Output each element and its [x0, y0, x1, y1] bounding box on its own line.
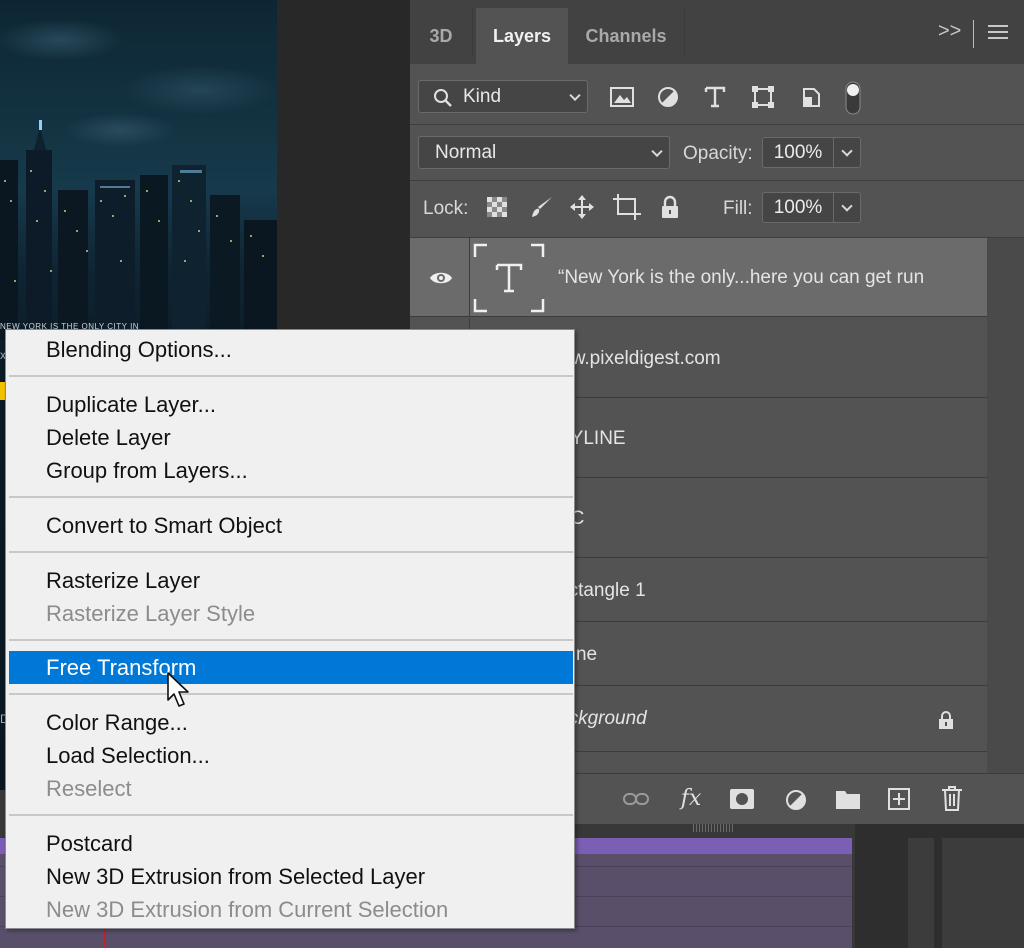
- fx-icon[interactable]: fx: [676, 782, 706, 814]
- menu-separator: [9, 693, 573, 695]
- panel-resize-grip[interactable]: [693, 824, 733, 832]
- menu-separator: [9, 639, 573, 641]
- timeline-scroll-column: [908, 838, 934, 948]
- lock-position-icon[interactable]: [569, 194, 595, 220]
- mouse-pointer-icon: [167, 672, 189, 707]
- menu-separator: [9, 551, 573, 553]
- panel-tab-bar: 3D Layers Channels >>: [410, 0, 1024, 64]
- menu-item-delete-layer[interactable]: Delete Layer: [9, 421, 573, 454]
- tab-layers[interactable]: Layers: [476, 8, 568, 64]
- filter-kind-dropdown[interactable]: Kind: [418, 80, 588, 113]
- fill-slider-toggle[interactable]: [834, 192, 861, 223]
- opacity-label: Opacity:: [683, 143, 753, 164]
- layer-context-menu: Blending Options... Duplicate Layer... D…: [5, 329, 575, 929]
- opacity-input[interactable]: 100%: [762, 137, 834, 168]
- lock-all-icon[interactable]: [658, 194, 682, 220]
- image-filter-icon[interactable]: [609, 84, 635, 110]
- menu-item-rasterize-layer-style: Rasterize Layer Style: [46, 601, 256, 626]
- timeline-scroll-column: [942, 838, 1024, 948]
- add-mask-icon[interactable]: [728, 786, 756, 812]
- menu-separator: [9, 375, 573, 377]
- menu-item-free-transform[interactable]: Free Transform: [9, 651, 573, 684]
- row-divider: [410, 124, 1024, 125]
- menu-item-rasterize-layer[interactable]: Rasterize Layer: [9, 564, 573, 597]
- new-group-icon[interactable]: [834, 786, 862, 812]
- text-layer-thumbnail-icon: [473, 243, 545, 313]
- layer-name[interactable]: ww.pixeldigest.com: [558, 348, 721, 370]
- tab-separator: [684, 8, 685, 56]
- search-icon: [434, 89, 452, 107]
- menu-item-color-range[interactable]: Color Range...: [9, 706, 573, 739]
- menu-item-convert-smart-object[interactable]: Convert to Smart Object: [9, 509, 573, 542]
- lock-transparent-pixels-icon[interactable]: [485, 195, 509, 219]
- type-filter-icon[interactable]: [702, 84, 728, 110]
- lock-image-pixels-icon[interactable]: [529, 194, 555, 220]
- delete-layer-icon[interactable]: [939, 784, 965, 812]
- menu-item-new-3d-extrusion-selected-layer[interactable]: New 3D Extrusion from Selected Layer: [9, 860, 573, 893]
- lock-label: Lock:: [423, 198, 469, 219]
- blend-mode-dropdown[interactable]: Normal: [418, 136, 670, 169]
- tab-bar-divider: [973, 20, 974, 48]
- menu-separator: [9, 814, 573, 816]
- layer-lock-icon: [939, 711, 953, 729]
- eye-icon[interactable]: [429, 270, 453, 286]
- filter-kind-label: Kind: [463, 85, 502, 107]
- layer-name[interactable]: “New York is the only...here you can get…: [558, 267, 924, 289]
- menu-item-new-3d-extrusion-current-selection: New 3D Extrusion from Current Selection: [46, 897, 449, 922]
- menu-item-duplicate-layer[interactable]: Duplicate Layer...: [9, 388, 573, 421]
- menu-item-reselect: Reselect: [46, 776, 132, 801]
- blend-mode-value: Normal: [435, 141, 497, 163]
- tab-channels[interactable]: Channels: [568, 8, 684, 64]
- visibility-cell[interactable]: [410, 238, 470, 316]
- link-layers-icon[interactable]: [622, 787, 650, 811]
- city-skyline-image: [0, 120, 277, 340]
- menu-item-blending-options[interactable]: Blending Options...: [9, 333, 573, 366]
- menu-separator: [9, 496, 573, 498]
- filter-toggle-icon[interactable]: [844, 80, 862, 116]
- fill-label: Fill:: [723, 198, 753, 219]
- layers-scrollbar[interactable]: [987, 238, 1024, 773]
- fill-input[interactable]: 100%: [762, 192, 834, 223]
- shape-filter-icon[interactable]: [750, 84, 776, 110]
- smart-object-filter-icon[interactable]: [798, 84, 824, 110]
- lock-artboard-icon[interactable]: [613, 194, 641, 220]
- tab-3d[interactable]: 3D: [410, 8, 472, 64]
- opacity-slider-toggle[interactable]: [834, 137, 861, 168]
- expand-panels-icon[interactable]: >>: [938, 20, 961, 43]
- adjustment-filter-icon[interactable]: [655, 84, 681, 110]
- menu-item-load-selection[interactable]: Load Selection...: [9, 739, 573, 772]
- menu-item-postcard[interactable]: Postcard: [9, 827, 573, 860]
- tab-separator: [472, 8, 473, 56]
- panel-menu-icon[interactable]: [988, 25, 1008, 41]
- row-divider: [410, 180, 1024, 181]
- menu-item-group-from-layers[interactable]: Group from Layers...: [9, 454, 573, 487]
- new-layer-icon[interactable]: [886, 786, 912, 812]
- layer-row[interactable]: “New York is the only...here you can get…: [410, 238, 987, 317]
- adjustment-layer-icon[interactable]: [782, 786, 810, 814]
